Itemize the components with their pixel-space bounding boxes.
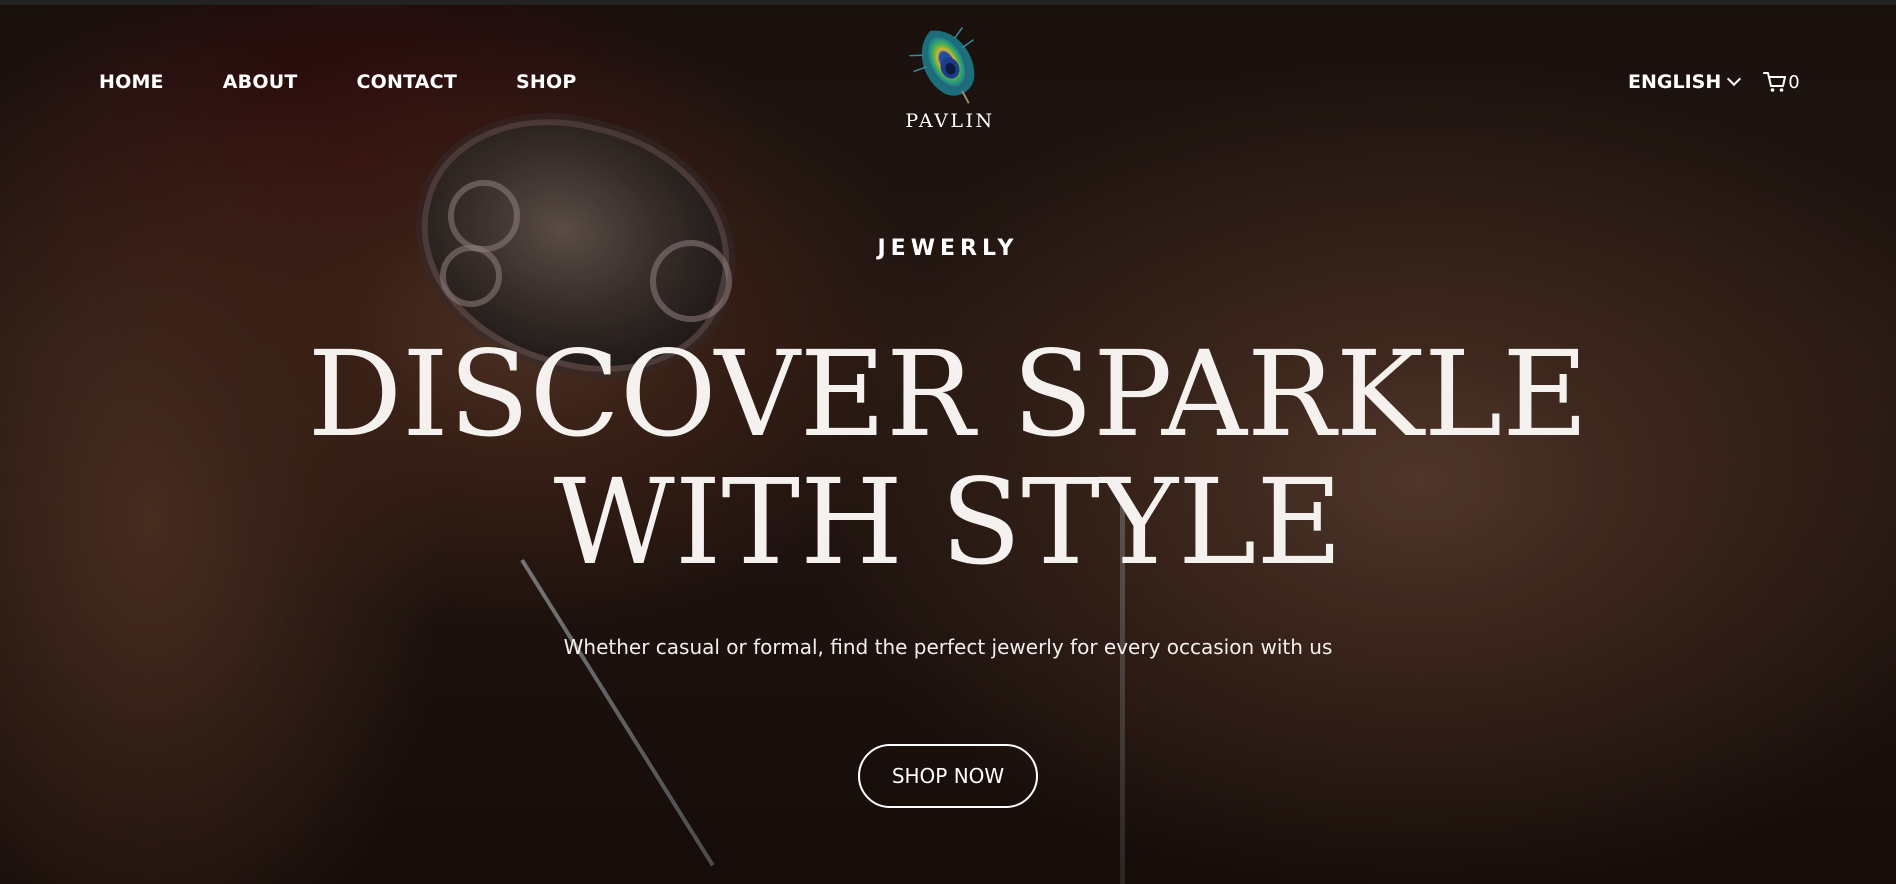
- hero-headline-line-2: WITH STYLE: [553, 453, 1343, 591]
- hero-headline: DISCOVER SPARKLE WITH STYLE: [0, 330, 1896, 586]
- brand-name: PAVLIN: [905, 110, 995, 132]
- cart-button[interactable]: 0: [1763, 71, 1800, 93]
- hero-subtext: Whether casual or formal, find the perfe…: [563, 635, 1333, 659]
- cart-count-badge: 0: [1788, 72, 1800, 93]
- nav-contact-link[interactable]: CONTACT: [356, 68, 457, 96]
- nav-shop-link[interactable]: SHOP: [516, 68, 576, 96]
- main-nav: HOME ABOUT CONTACT SHOP: [99, 68, 635, 96]
- nav-about-link[interactable]: ABOUT: [223, 68, 298, 96]
- chevron-down-icon: [1727, 71, 1742, 87]
- utility-nav: ENGLISH 0: [1628, 68, 1800, 96]
- hero-eyebrow: JEWERLY: [877, 236, 1019, 261]
- shopping-cart-icon: [1763, 72, 1787, 92]
- peacock-feather-icon: [909, 26, 975, 104]
- hero-headline-line-1: DISCOVER SPARKLE: [307, 325, 1589, 463]
- language-selector[interactable]: ENGLISH: [1628, 68, 1742, 96]
- shop-now-button[interactable]: SHOP NOW: [858, 744, 1038, 808]
- nav-home-link[interactable]: HOME: [99, 68, 164, 96]
- language-label: ENGLISH: [1628, 71, 1722, 93]
- hero-section: HOME ABOUT CONTACT SHOP PAVLIN ENGLISH 0…: [0, 0, 1896, 884]
- brand-logo[interactable]: PAVLIN: [895, 24, 1005, 132]
